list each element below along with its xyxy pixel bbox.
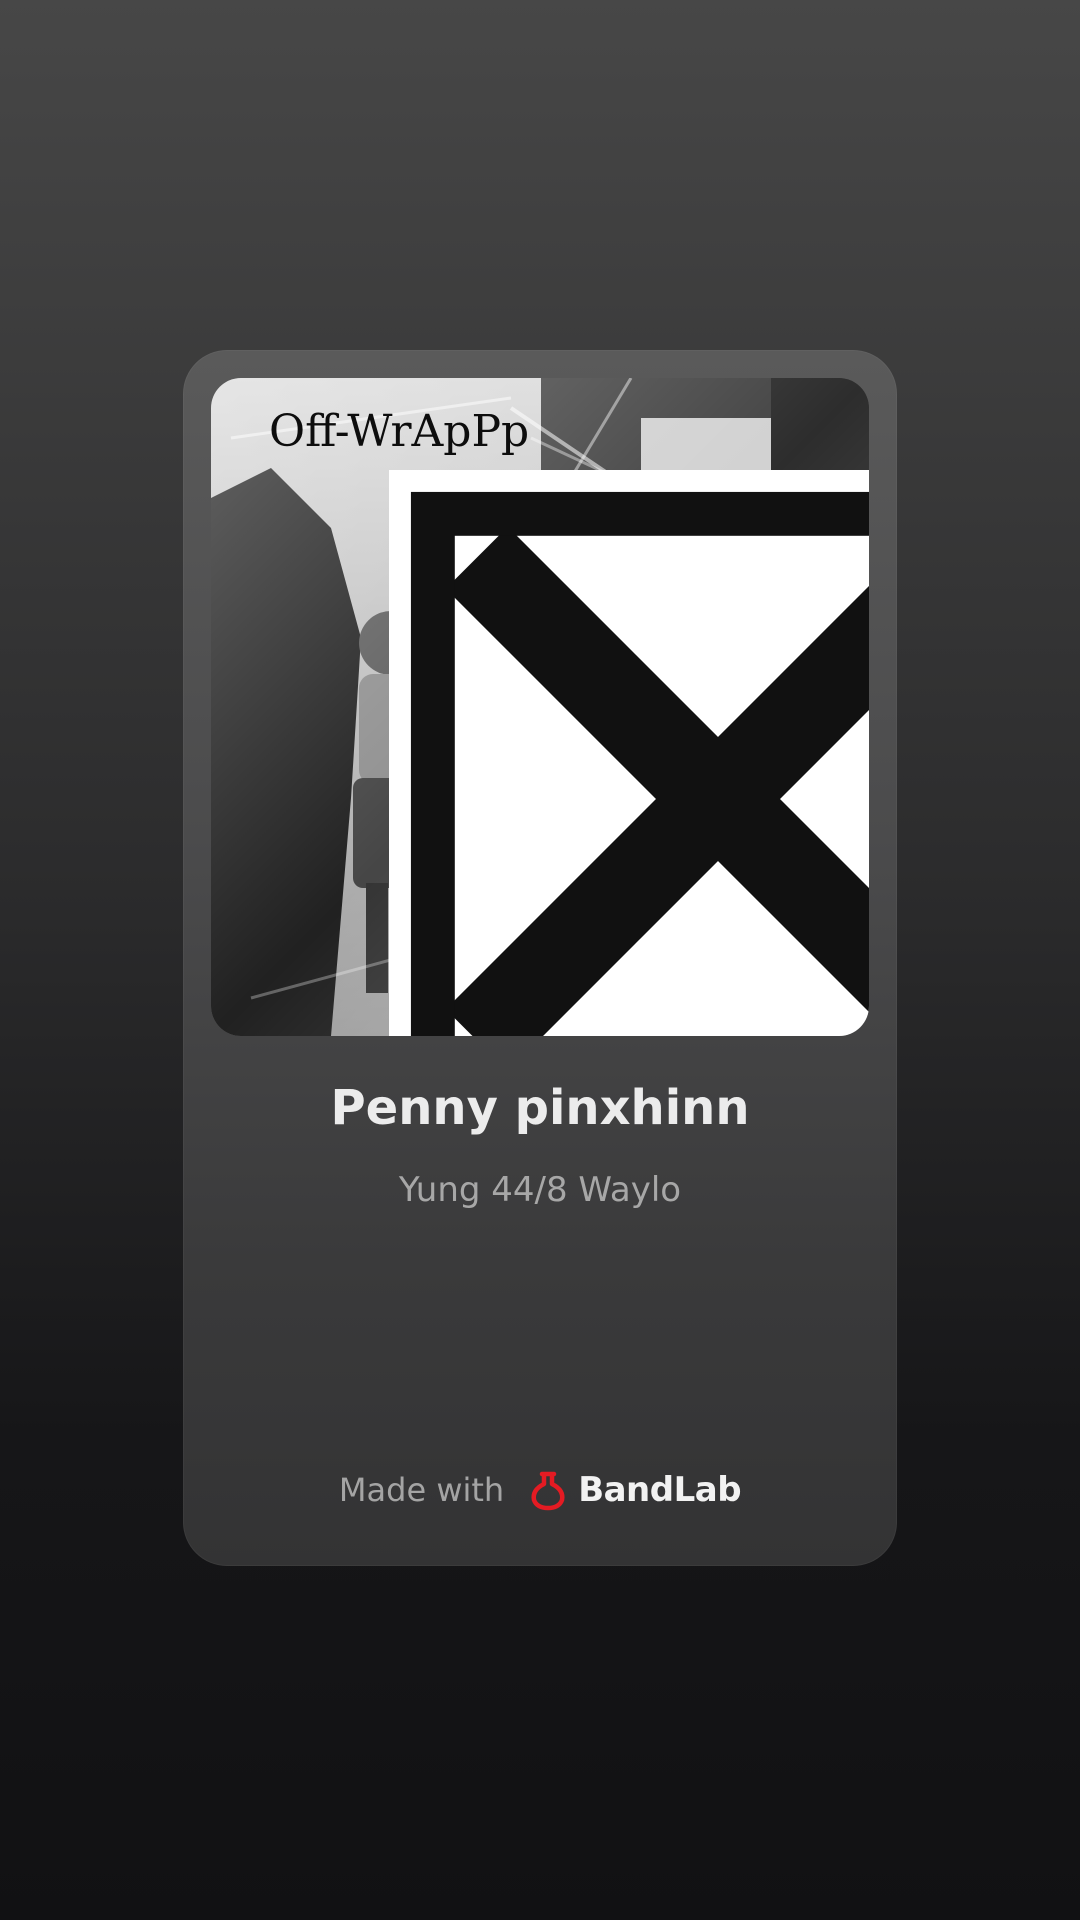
share-card: Off-WrApPp Penny pinxhinn Yung 44/8 Wayl… <box>183 350 897 1566</box>
cover-overlay-text: Off-WrApPp <box>269 406 530 457</box>
album-cover: Off-WrApPp <box>211 378 869 1036</box>
song-title: Penny pinxhinn <box>330 1080 750 1136</box>
brand-name: BandLab <box>578 1470 742 1510</box>
bandlab-flask-icon <box>531 1471 565 1511</box>
made-with-footer: Made with BandLab <box>183 1468 897 1512</box>
cross-arrows-icon <box>389 470 869 1036</box>
bandlab-logo[interactable]: BandLab <box>526 1468 742 1512</box>
artist-name: Yung 44/8 Waylo <box>398 1170 682 1210</box>
made-with-label: Made with <box>338 1471 505 1509</box>
